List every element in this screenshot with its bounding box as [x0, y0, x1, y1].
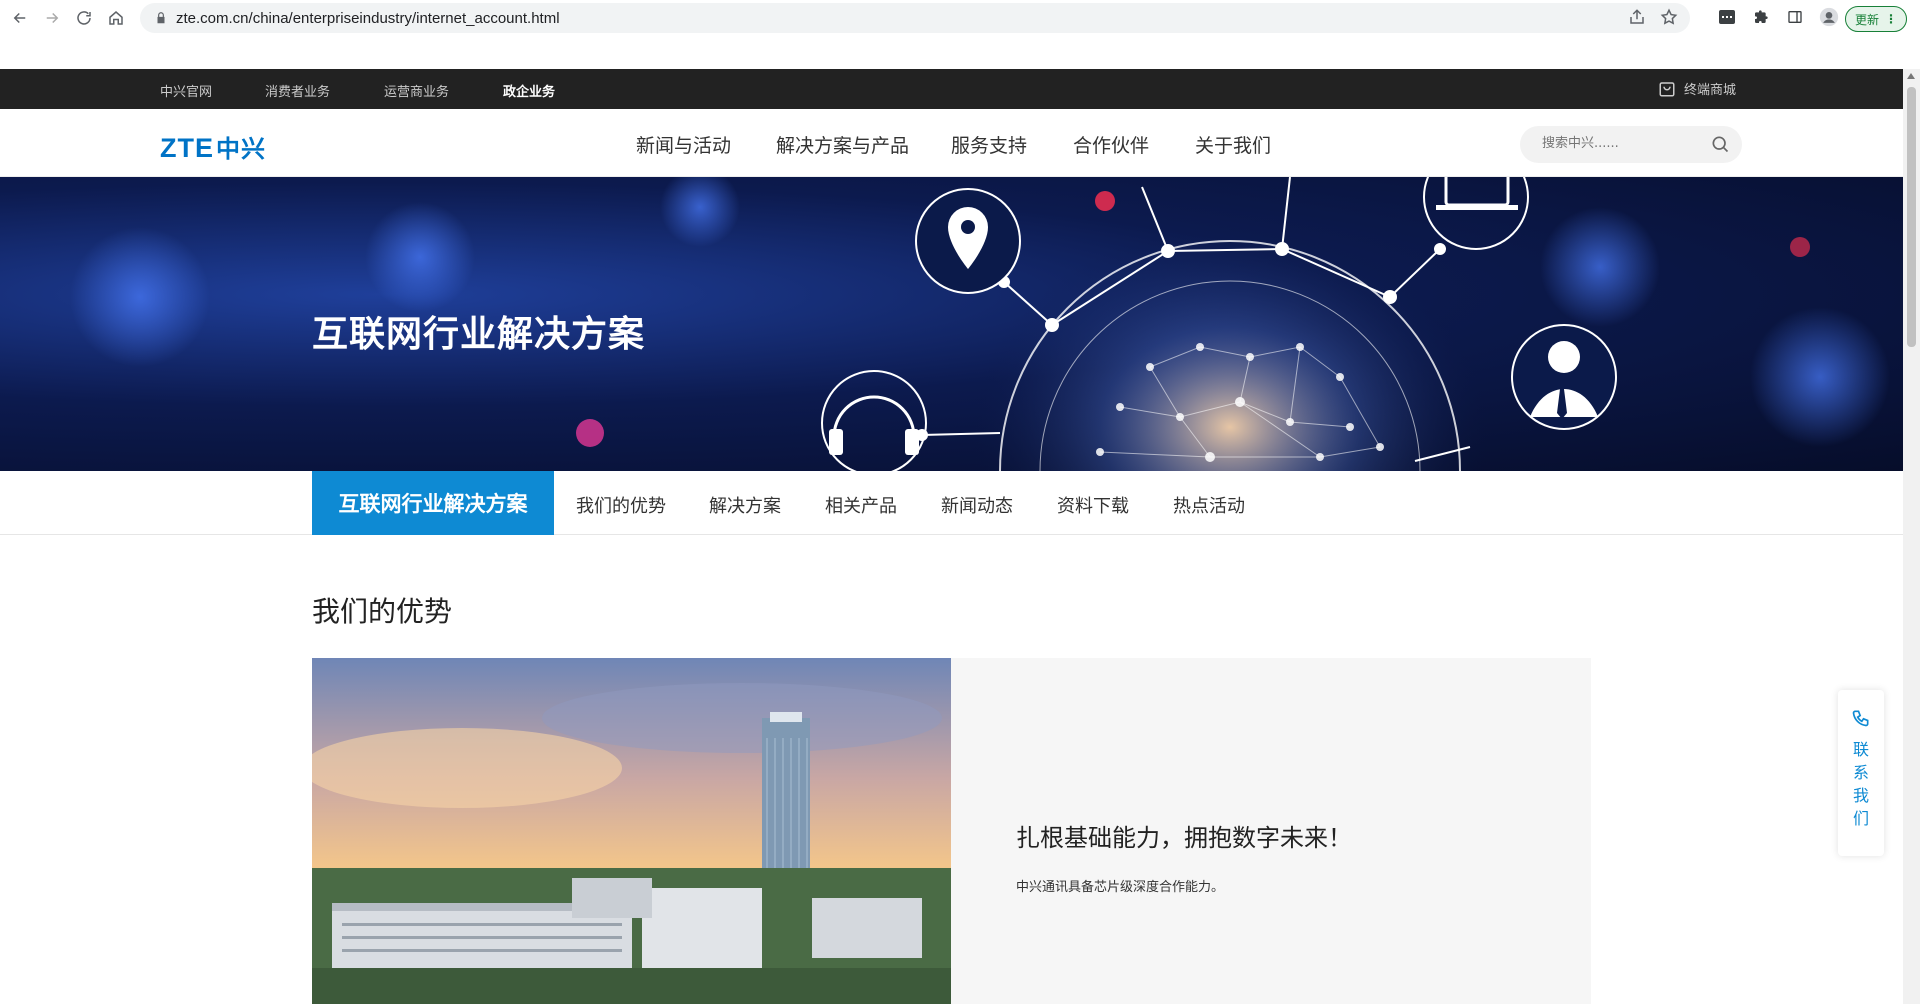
main-navigation: ZTE中兴 新闻与活动 解决方案与产品 服务支持 合作伙伴 关于我们 [0, 109, 1903, 177]
lock-icon [157, 12, 165, 24]
network-illustration [70, 177, 1890, 471]
home-icon[interactable] [100, 2, 132, 34]
puzzle-icon[interactable] [1750, 6, 1772, 28]
sidepanel-icon[interactable] [1784, 6, 1806, 28]
bag-icon [1659, 81, 1675, 96]
nav-solutions[interactable]: 解决方案与产品 [776, 131, 909, 158]
search-box [1520, 126, 1742, 163]
subnav-active-tab[interactable]: 互联网行业解决方案 [312, 471, 554, 535]
topbar-link-zte[interactable]: 中兴官网 [160, 81, 212, 100]
campus-photo [312, 658, 951, 1004]
nav-about[interactable]: 关于我们 [1195, 131, 1271, 158]
address-bar[interactable]: zte.com.cn/china/enterpriseindustry/inte… [140, 3, 1690, 33]
menu-dots-icon: ⋮ [1885, 12, 1897, 26]
phone-icon [1852, 710, 1869, 727]
hero-title: 互联网行业解决方案 [312, 314, 646, 355]
topbar-link-consumer[interactable]: 消费者业务 [265, 81, 330, 100]
topbar-link-enterprise[interactable]: 政企业务 [503, 81, 555, 100]
tab-news[interactable]: 新闻动态 [941, 492, 1013, 518]
back-icon[interactable] [4, 2, 36, 34]
mall-label: 终端商城 [1684, 83, 1737, 98]
advantage-card: 扎根基础能力，拥抱数字未来！ 中兴通讯具备芯片级深度合作能力。 [312, 658, 1591, 1004]
star-icon[interactable] [1660, 8, 1678, 26]
share-icon[interactable] [1628, 8, 1646, 26]
browser-toolbar: zte.com.cn/china/enterpriseindustry/inte… [0, 0, 1920, 36]
contact-label: 联系我们 [1853, 740, 1870, 828]
url-text: zte.com.cn/china/enterpriseindustry/inte… [176, 9, 560, 27]
tab-advantages[interactable]: 我们的优势 [576, 492, 666, 518]
scroll-up-icon[interactable] [1907, 73, 1915, 79]
search-icon[interactable] [1710, 134, 1730, 154]
zte-logo[interactable]: ZTE中兴 [160, 129, 266, 164]
forward-icon[interactable] [36, 2, 68, 34]
section-title: 我们的优势 [312, 595, 453, 628]
update-label: 更新 [1854, 12, 1879, 27]
card-heading: 扎根基础能力，拥抱数字未来！ [1016, 824, 1352, 852]
top-site-bar: 中兴官网 消费者业务 运营商业务 政企业务 终端商城 [0, 69, 1903, 109]
tab-events[interactable]: 热点活动 [1173, 492, 1245, 518]
tab-solutions[interactable]: 解决方案 [709, 492, 781, 518]
scroll-thumb[interactable] [1907, 87, 1916, 347]
nav-partners[interactable]: 合作伙伴 [1073, 131, 1149, 158]
logo-cn: 中兴 [216, 136, 266, 163]
extension-icon[interactable] [1716, 6, 1738, 28]
update-button[interactable]: 更新 ⋮ [1845, 6, 1907, 32]
hero-banner: 互联网行业解决方案 [0, 177, 1903, 471]
contact-us-widget[interactable]: 联系我们 [1838, 690, 1884, 856]
profile-icon[interactable] [1818, 6, 1840, 28]
logo-en: ZTE [160, 133, 214, 163]
page-scrollbar[interactable] [1903, 69, 1920, 1004]
tab-downloads[interactable]: 资料下载 [1057, 492, 1129, 518]
card-description: 中兴通讯具备芯片级深度合作能力。 [1016, 880, 1225, 895]
mall-link[interactable]: 终端商城 [1658, 79, 1736, 98]
reload-icon[interactable] [68, 2, 100, 34]
sub-navigation: 互联网行业解决方案 我们的优势 解决方案 相关产品 新闻动态 资料下载 热点活动 [0, 471, 1903, 535]
nav-news[interactable]: 新闻与活动 [636, 131, 731, 158]
topbar-link-carrier[interactable]: 运营商业务 [384, 81, 449, 100]
search-input[interactable] [1540, 135, 1700, 152]
tab-products[interactable]: 相关产品 [825, 492, 897, 518]
nav-support[interactable]: 服务支持 [951, 131, 1027, 158]
